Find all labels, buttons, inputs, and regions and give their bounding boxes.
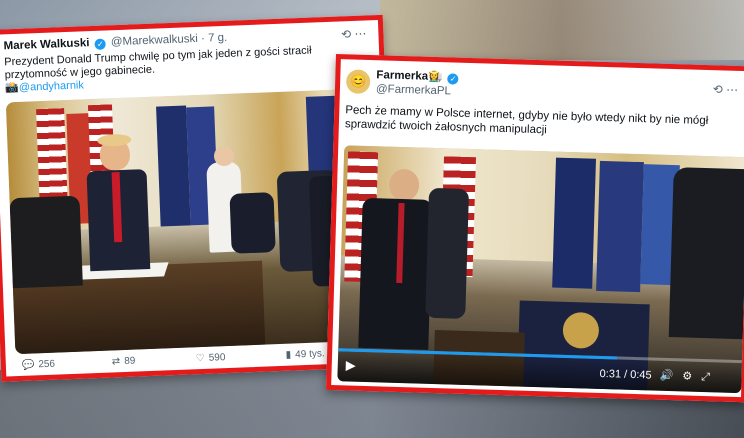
video-control-icons: 🔊⚙⤢	[659, 369, 719, 385]
like-count: 590	[208, 352, 226, 364]
reply-count: 256	[38, 358, 56, 371]
video-time: 0:31 / 0:45	[599, 367, 652, 382]
tweet-header: Farmerka👩‍🌾 ✓ @FarmerkaPL	[376, 68, 461, 98]
retweet-icon: ⇄	[111, 356, 121, 368]
reply-icon: 💬	[21, 359, 35, 371]
retweet-count: 89	[124, 355, 136, 368]
tweet-text: Pech że mamy w Polsce internet, gdyby ni…	[344, 104, 709, 137]
verified-badge-icon: ✓	[94, 38, 106, 50]
settings-icon[interactable]: ⚙	[682, 370, 701, 383]
video-total-time: 0:45	[630, 368, 652, 382]
author-handle[interactable]: @Marekwalkuski	[111, 33, 198, 48]
avatar[interactable]: 😊	[345, 69, 371, 95]
views-count: 49 tys.	[295, 348, 325, 361]
tweet-card-farmerka: 😊 Farmerka👩‍🌾 ✓ @FarmerkaPL ⟲ ⋯ Pech że …	[326, 54, 744, 403]
expand-icon[interactable]: ⤢	[701, 371, 719, 384]
like-button[interactable]: ♡ 590	[196, 352, 226, 364]
camera-icon: 📸	[5, 81, 20, 95]
background-blur-top	[380, 0, 744, 60]
tweet-time[interactable]: · 7 g.	[201, 32, 228, 45]
video-current-time: 0:31	[599, 367, 622, 381]
tweet-photo[interactable]	[5, 88, 380, 355]
author-name[interactable]: Farmerka	[376, 69, 428, 83]
play-icon[interactable]: ▶	[346, 357, 356, 373]
retweet-button[interactable]: ⇄ 89	[112, 356, 136, 368]
tweet-video[interactable]: ▶ 0:31 / 0:45 🔊⚙⤢	[337, 145, 744, 394]
views-button[interactable]: ▮ 49 tys.	[285, 348, 324, 360]
reply-button[interactable]: 💬 256	[22, 359, 56, 371]
author-handle[interactable]: @FarmerkaPL	[376, 83, 451, 97]
volume-icon[interactable]: 🔊	[659, 370, 682, 383]
mention-link[interactable]: @andyharnik	[19, 79, 84, 93]
grok-icon[interactable]: ⟲ ⋯	[713, 82, 739, 97]
grok-icon[interactable]: ⟲ ⋯	[341, 26, 367, 41]
verified-badge-icon: ✓	[447, 73, 459, 85]
author-name[interactable]: Marek Walkuski	[3, 37, 89, 52]
farmer-emoji-icon: 👩‍🌾	[427, 70, 443, 84]
heart-icon: ♡	[195, 352, 205, 365]
views-icon: ▮	[285, 349, 292, 361]
